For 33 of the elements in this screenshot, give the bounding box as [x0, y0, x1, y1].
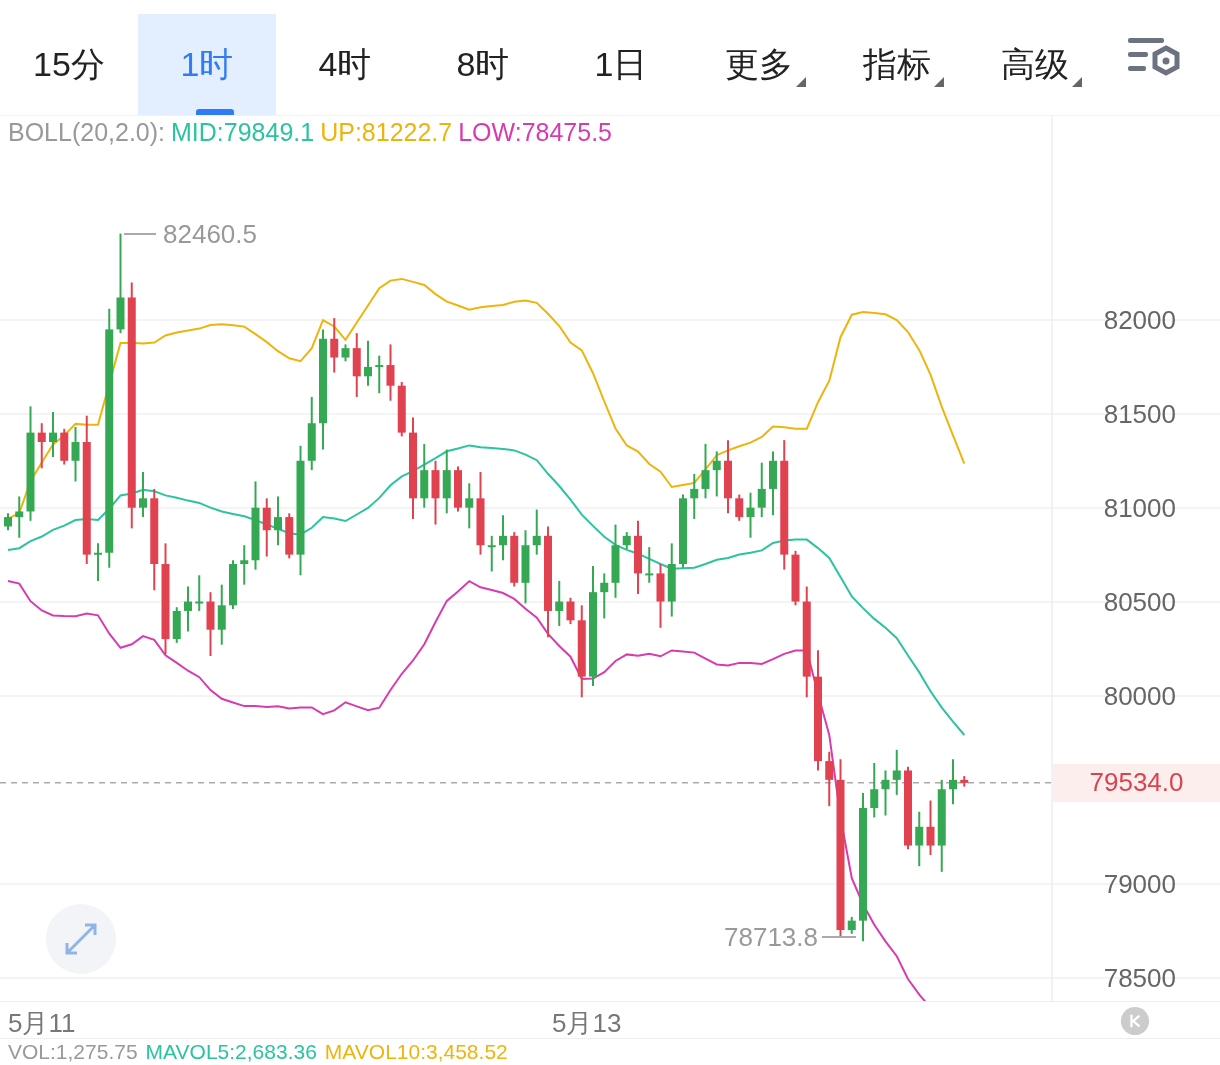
interval-tab[interactable]: 4时	[276, 14, 414, 115]
interval-tab[interactable]: 指标	[828, 14, 966, 115]
axis-label: 79000	[1103, 868, 1176, 900]
collapse-icon[interactable]	[1118, 1006, 1152, 1036]
axis-label: 81000	[1103, 492, 1176, 524]
dropdown-triangle-icon	[1072, 77, 1082, 87]
up-value: UP:81222.7	[320, 118, 453, 147]
indicator-name: BOLL(20,2.0):	[8, 118, 166, 147]
axis-label: 82000	[1103, 304, 1176, 336]
leader-line	[822, 935, 856, 938]
mid-value: MID:79849.1	[171, 118, 315, 147]
axis-label: 80000	[1103, 680, 1176, 712]
axis-label: 80500	[1103, 586, 1176, 618]
leader-line	[124, 232, 156, 235]
interval-tab[interactable]: 8时	[414, 14, 552, 115]
high-price-label: 82460.5	[163, 218, 257, 250]
volume-value: VOL:1,275.75	[8, 1040, 138, 1064]
low-value: LOW:78475.5	[458, 118, 613, 147]
mavol10-value: MAVOL10:3,458.52	[324, 1040, 508, 1064]
interval-tab[interactable]: 15分	[0, 14, 138, 115]
axis-label: 5月13	[552, 1007, 622, 1040]
axis-label: 5月11	[8, 1007, 76, 1040]
dropdown-triangle-icon	[796, 77, 806, 87]
mavol5-value: MAVOL5:2,683.36	[145, 1040, 317, 1064]
dropdown-triangle-icon	[934, 77, 944, 87]
current-price-label: 79534.0	[1053, 763, 1220, 802]
low-price-label: 78713.8	[724, 921, 818, 953]
interval-tab[interactable]: 更多	[690, 14, 828, 115]
interval-tab[interactable]: 高级	[966, 14, 1104, 115]
expand-icon[interactable]	[45, 903, 117, 975]
axis-label: 81500	[1103, 398, 1176, 430]
axis-label: 78500	[1103, 962, 1176, 994]
interval-tab[interactable]: 1日	[552, 14, 690, 115]
